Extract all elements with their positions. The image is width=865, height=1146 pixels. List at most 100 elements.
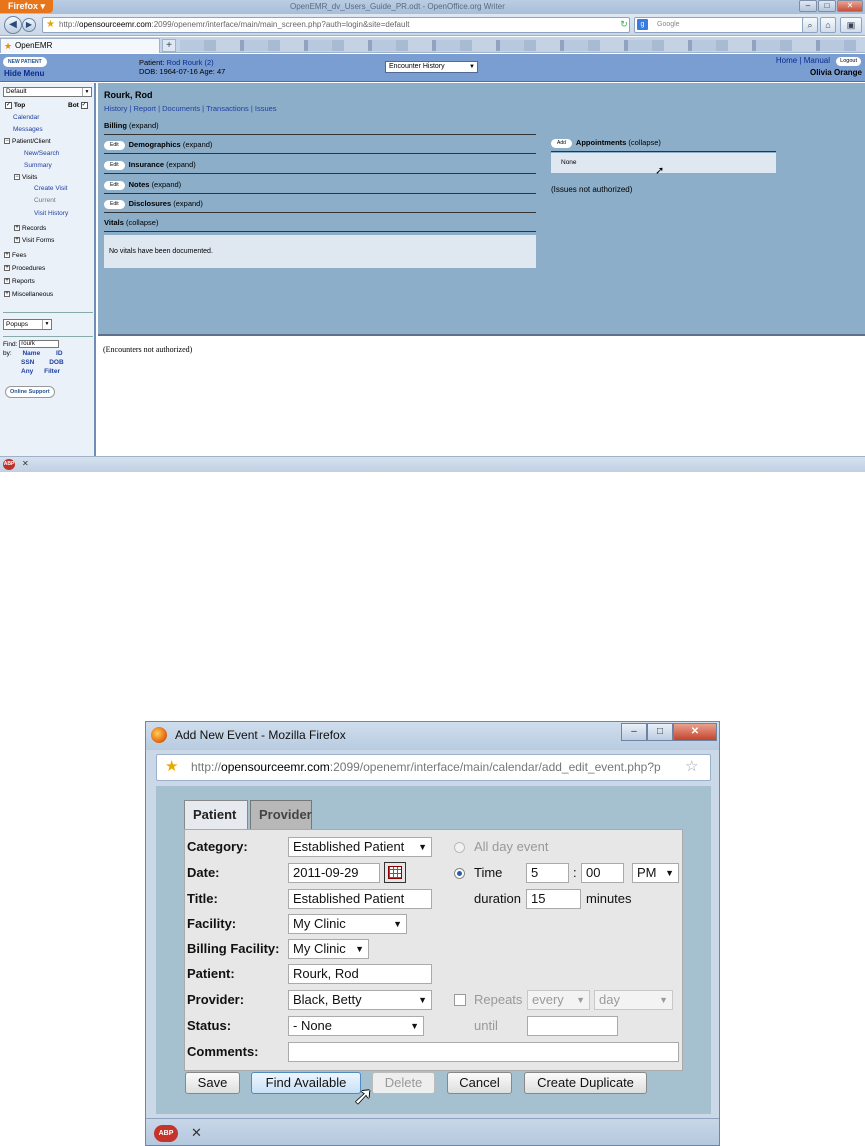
tab-provider[interactable]: Provider xyxy=(250,800,312,830)
find-input[interactable]: rourk xyxy=(19,340,60,349)
expand-icon[interactable]: + xyxy=(4,278,10,285)
minute-input[interactable]: 00 xyxy=(581,863,624,883)
documents-link[interactable]: Documents xyxy=(162,104,200,113)
add-appointment-button[interactable]: Add xyxy=(551,138,572,148)
expand-icon[interactable]: + xyxy=(14,225,20,232)
bot-toggle[interactable]: Bot ✓ xyxy=(68,101,88,110)
save-button[interactable]: Save xyxy=(185,1072,240,1094)
online-support-button[interactable]: Online Support xyxy=(5,386,55,398)
duration-input[interactable]: 15 xyxy=(526,889,581,909)
demographics-expand-link[interactable]: (expand) xyxy=(183,140,213,149)
bookmarks-icon[interactable]: ▣ xyxy=(840,17,862,33)
billing-facility-select[interactable]: My Clinic ▼ xyxy=(288,939,369,959)
nav-new-search[interactable]: New/Search xyxy=(24,149,59,158)
nav-reports[interactable]: + Reports xyxy=(4,277,35,286)
history-link[interactable]: History xyxy=(104,104,127,113)
report-link[interactable]: Report xyxy=(133,104,156,113)
delete-button[interactable]: Delete xyxy=(372,1072,435,1094)
all-day-radio[interactable] xyxy=(454,842,465,853)
cancel-button[interactable]: Cancel xyxy=(447,1072,512,1094)
find-by-ssn[interactable]: SSN xyxy=(21,359,34,366)
minimize-icon[interactable]: – xyxy=(799,0,817,12)
reload-icon[interactable]: ↻ xyxy=(618,18,630,31)
disclosures-expand-link[interactable]: (expand) xyxy=(173,199,203,208)
nav-visit-forms[interactable]: + Visit Forms xyxy=(14,236,54,245)
tab-openemr[interactable]: ★ OpenEMR xyxy=(0,38,160,53)
find-by-name[interactable]: Name xyxy=(22,350,40,357)
find-by-id[interactable]: ID xyxy=(56,350,63,357)
expand-icon[interactable]: + xyxy=(4,291,10,298)
edit-disclosures-button[interactable]: Edit xyxy=(104,199,125,209)
collapse-icon[interactable]: − xyxy=(4,138,10,145)
appointments-collapse-link[interactable]: (collapse) xyxy=(628,138,661,147)
new-patient-button[interactable]: NEW PATIENT xyxy=(3,57,47,67)
bookmark-star-icon[interactable]: ☆ xyxy=(685,759,698,775)
title-input[interactable]: Established Patient xyxy=(288,889,432,909)
status-select[interactable]: - None ▼ xyxy=(288,1016,424,1036)
until-input[interactable] xyxy=(527,1016,618,1036)
edit-insurance-button[interactable]: Edit xyxy=(104,160,125,170)
repeat-every-select[interactable]: every ▼ xyxy=(527,990,590,1010)
nav-patient-client[interactable]: − Patient/Client xyxy=(4,137,51,146)
maximize-icon[interactable]: □ xyxy=(818,0,836,12)
patient-name-link[interactable]: Rod Rourk (2) xyxy=(167,58,214,67)
popups-select[interactable]: Popups ▼ xyxy=(3,319,52,330)
google-search-icon[interactable]: g xyxy=(637,19,648,30)
minimize-icon[interactable]: – xyxy=(621,723,647,741)
hour-input[interactable]: 5 xyxy=(526,863,569,883)
find-available-button[interactable]: Find Available xyxy=(251,1072,361,1094)
expand-icon[interactable]: + xyxy=(4,265,10,272)
search-input[interactable]: Google xyxy=(634,17,812,33)
nav-current[interactable]: Current xyxy=(34,196,56,205)
facility-select[interactable]: My Clinic ▼ xyxy=(288,914,407,934)
logout-button[interactable]: Logout xyxy=(836,57,861,66)
category-select[interactable]: Established Patient ▼ xyxy=(288,837,432,857)
nav-miscellaneous[interactable]: + Miscellaneous xyxy=(4,290,53,299)
close-icon[interactable]: ✕ xyxy=(837,0,863,12)
nav-summary[interactable]: Summary xyxy=(24,161,52,170)
nav-messages[interactable]: Messages xyxy=(13,125,43,134)
edit-demographics-button[interactable]: Edit xyxy=(104,140,125,150)
tab-patient[interactable]: Patient xyxy=(184,800,248,830)
close-addon-bar-icon[interactable]: ✕ xyxy=(191,1125,202,1141)
manual-link[interactable]: Manual xyxy=(804,56,830,65)
find-by-any[interactable]: Any xyxy=(21,368,33,375)
nav-visit-history[interactable]: Visit History xyxy=(34,209,68,218)
insurance-expand-link[interactable]: (expand) xyxy=(166,160,196,169)
calendar-icon[interactable] xyxy=(384,862,406,883)
forward-icon[interactable]: ▶ xyxy=(22,18,36,32)
date-input[interactable]: 2011-09-29 xyxy=(288,863,380,883)
popup-url-bar[interactable]: http://opensourceemr.com:2099/openemr/in… xyxy=(156,754,711,781)
hide-menu-link[interactable]: Hide Menu xyxy=(4,69,44,78)
find-by-dob[interactable]: DOB xyxy=(49,359,63,366)
home-icon[interactable]: ⌂ xyxy=(820,17,836,33)
encounter-select[interactable]: Encounter History ▼ xyxy=(385,61,478,73)
nav-procedures[interactable]: + Procedures xyxy=(4,264,45,273)
back-icon[interactable]: ◀ xyxy=(4,16,22,34)
nav-calendar[interactable]: Calendar xyxy=(13,113,39,122)
vitals-collapse-link[interactable]: (collapse) xyxy=(126,218,159,227)
new-tab-button[interactable]: + xyxy=(162,39,176,52)
close-icon[interactable]: ✕ xyxy=(673,723,717,741)
firefox-menu-button[interactable]: Firefox ▾ xyxy=(0,0,54,13)
edit-notes-button[interactable]: Edit xyxy=(104,180,125,190)
maximize-icon[interactable]: □ xyxy=(647,723,673,741)
collapse-icon[interactable]: − xyxy=(14,174,20,181)
nav-fees[interactable]: + Fees xyxy=(4,251,26,260)
close-addon-bar-icon[interactable]: ✕ xyxy=(22,459,29,468)
repeat-unit-select[interactable]: day ▼ xyxy=(594,990,673,1010)
comments-input[interactable] xyxy=(288,1042,679,1062)
search-go-icon[interactable]: ⌕ xyxy=(802,17,818,33)
patient-input[interactable]: Rourk, Rod xyxy=(288,964,432,984)
create-duplicate-button[interactable]: Create Duplicate xyxy=(524,1072,647,1094)
time-radio[interactable] xyxy=(454,868,465,879)
ampm-select[interactable]: PM ▼ xyxy=(632,863,679,883)
view-select[interactable]: Default ▼ xyxy=(3,87,92,97)
bot-checkbox[interactable]: ✓ xyxy=(80,101,88,109)
nav-visits[interactable]: − Visits xyxy=(14,173,37,182)
adblock-icon[interactable]: ABP xyxy=(154,1125,178,1142)
transactions-link[interactable]: Transactions xyxy=(206,104,249,113)
billing-expand-link[interactable]: (expand) xyxy=(129,121,159,130)
top-checkbox[interactable]: ✓ xyxy=(5,101,12,109)
adblock-icon[interactable]: ABP xyxy=(3,459,15,470)
